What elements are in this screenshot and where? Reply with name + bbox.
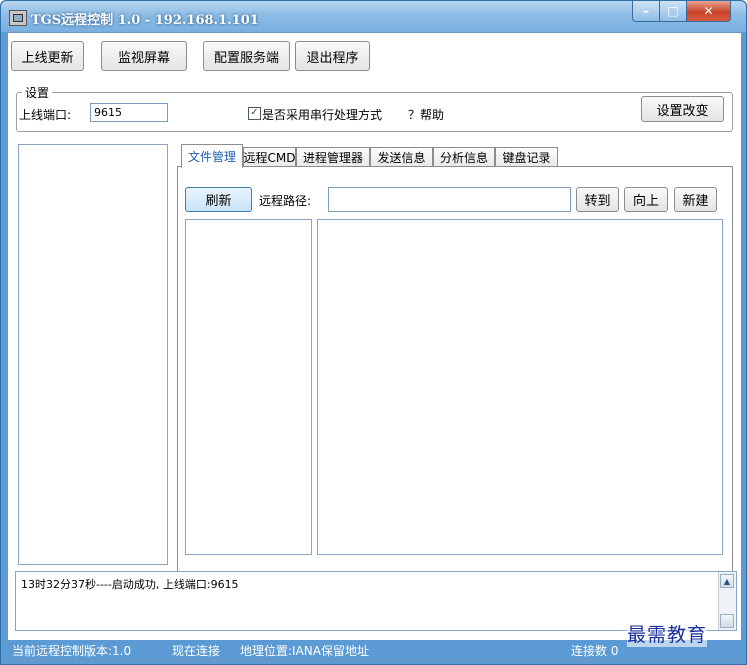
serial-checkbox[interactable]: ✓ xyxy=(248,107,261,120)
tab-analysis-info[interactable]: 分析信息 xyxy=(433,147,495,167)
watermark: 最需教育 xyxy=(627,620,708,647)
up-button[interactable]: 向上 xyxy=(624,187,668,212)
status-connection-count: 连接数 0 xyxy=(571,644,619,658)
app-icon xyxy=(9,10,27,26)
status-location: 地理位置:IANA保留地址 xyxy=(240,644,369,658)
client-area: 上线更新 监视屏幕 配置服务端 退出程序 设置 上线端口: 9615 ✓ 是否采… xyxy=(7,32,742,660)
port-label: 上线端口: xyxy=(19,108,72,122)
config-server-button[interactable]: 配置服务端 xyxy=(203,41,290,71)
remote-path-input[interactable] xyxy=(328,187,571,212)
tab-keylogger[interactable]: 键盘记录 xyxy=(495,147,558,167)
minimize-icon: – xyxy=(643,4,649,18)
title-bar[interactable]: TGS远程控制 1.0 - 192.168.1.101 – □ ✕ xyxy=(1,1,746,32)
remote-path-label: 远程路径: xyxy=(259,194,312,208)
tab-file-manager[interactable]: 文件管理 xyxy=(181,144,243,168)
minimize-button[interactable]: – xyxy=(632,1,660,22)
host-list[interactable] xyxy=(18,144,168,565)
main-window: TGS远程控制 1.0 - 192.168.1.101 – □ ✕ 上线更新 监… xyxy=(0,0,747,665)
port-input[interactable]: 9615 xyxy=(90,103,168,122)
file-list[interactable] xyxy=(317,219,723,555)
update-button[interactable]: 上线更新 xyxy=(11,41,84,71)
goto-button[interactable]: 转到 xyxy=(576,187,619,212)
scroll-up-arrow-icon[interactable]: ▲ xyxy=(720,574,734,588)
monitor-screen-button[interactable]: 监视屏幕 xyxy=(101,41,187,71)
tab-send-message[interactable]: 发送信息 xyxy=(370,147,433,167)
log-scrollbar[interactable]: ▲ xyxy=(718,572,736,630)
status-current-connection: 现在连接 xyxy=(172,644,221,658)
settings-group-label: 设置 xyxy=(22,84,53,101)
serial-checkbox-label: 是否采用串行处理方式 xyxy=(262,108,383,122)
help-link[interactable]: ？帮助 xyxy=(408,106,444,123)
refresh-button[interactable]: 刷新 xyxy=(185,187,252,212)
tab-remote-cmd[interactable]: 远程CMD xyxy=(243,147,296,167)
scroll-down-arrow-icon[interactable] xyxy=(720,614,734,628)
directory-tree[interactable] xyxy=(185,219,312,555)
tab-process-manager[interactable]: 进程管理器 xyxy=(296,147,370,167)
log-line: 13时32分37秒----启动成功, 上线端口:9615 xyxy=(21,578,239,591)
apply-settings-button[interactable]: 设置改变 xyxy=(641,96,724,122)
exit-button[interactable]: 退出程序 xyxy=(295,41,370,71)
maximize-icon: □ xyxy=(667,4,679,18)
window-title: TGS远程控制 1.0 - 192.168.1.101 xyxy=(31,13,259,28)
maximize-button[interactable]: □ xyxy=(659,1,687,22)
check-icon: ✓ xyxy=(250,107,259,118)
status-version: 当前远程控制版本:1.0 xyxy=(12,644,132,658)
close-button[interactable]: ✕ xyxy=(686,1,731,22)
new-button[interactable]: 新建 xyxy=(674,187,717,212)
close-icon: ✕ xyxy=(703,4,714,18)
